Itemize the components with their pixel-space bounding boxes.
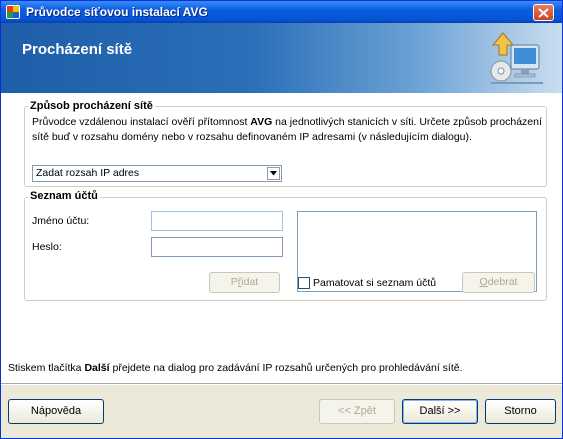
content-area: Způsob procházení sítě Průvodce vzdáleno… <box>1 93 562 383</box>
page-title: Procházení sítě <box>22 41 133 58</box>
account-list-legend: Seznam účtů <box>28 190 100 202</box>
browse-method-legend: Způsob procházení sítě <box>28 100 155 112</box>
next-button[interactable]: Další >> <box>402 399 478 424</box>
browse-description: Průvodce vzdálenou instalací ověří příto… <box>32 116 542 143</box>
remove-button[interactable]: Odebrat <box>462 272 535 293</box>
username-field[interactable] <box>151 211 283 231</box>
window-title: Průvodce síťovou instalací AVG <box>26 5 208 19</box>
add-button[interactable]: Přidat <box>209 272 280 293</box>
browse-method-value: Zadat rozsah IP adres <box>36 167 140 179</box>
password-field[interactable] <box>151 237 283 257</box>
footer-hint: Stiskem tlačítka Další přejdete na dialo… <box>8 362 463 374</box>
close-icon <box>538 8 549 18</box>
title-bar[interactable]: Průvodce síťovou instalací AVG <box>1 1 562 23</box>
wizard-window: Průvodce síťovou instalací AVG Procházen… <box>0 0 563 439</box>
username-label: Jméno účtu: <box>32 215 90 227</box>
remember-accounts-checkbox[interactable] <box>298 277 310 289</box>
browse-method-select[interactable]: Zadat rozsah IP adres <box>32 165 282 182</box>
close-button[interactable] <box>533 4 554 21</box>
footer-separator <box>1 383 562 385</box>
cancel-button[interactable]: Storno <box>485 399 556 424</box>
remember-accounts-label: Pamatovat si seznam účtů <box>313 277 437 289</box>
network-computer-icon <box>489 31 545 90</box>
dropdown-button[interactable] <box>267 167 280 180</box>
chevron-down-icon <box>270 171 277 176</box>
header-banner: Procházení sítě <box>1 23 562 93</box>
back-button[interactable]: << Zpět <box>319 399 395 424</box>
help-button[interactable]: Nápověda <box>8 399 104 424</box>
password-label: Heslo: <box>32 241 62 253</box>
avg-logo-icon <box>6 5 20 19</box>
